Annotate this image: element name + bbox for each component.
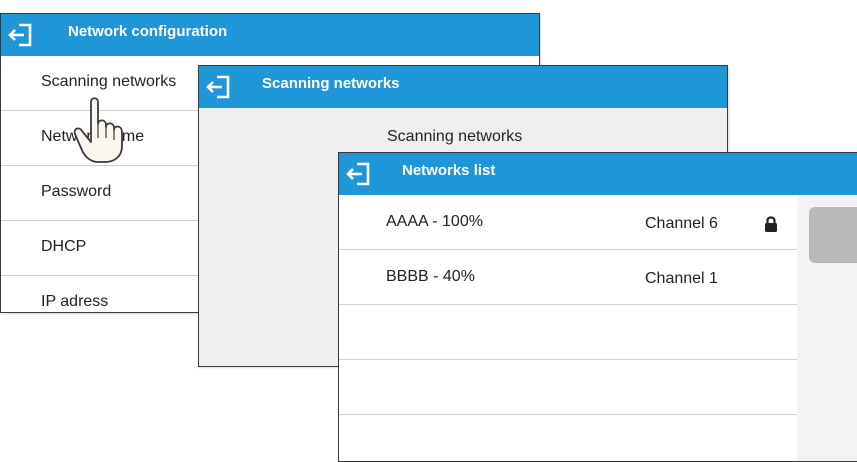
scanning-networks-titlebar: Scanning networks [199, 66, 727, 108]
back-arrow-icon[interactable] [205, 74, 233, 100]
scrollbar-thumb[interactable] [809, 207, 857, 263]
network-item-aaaa[interactable]: AAAA - 100% Channel 6 [339, 195, 797, 250]
network-name: BBBB - 40% [386, 268, 475, 285]
network-channel: Channel 1 [645, 270, 718, 287]
list-item-empty [339, 305, 797, 360]
networks-list-titlebar: Networks list [339, 153, 857, 195]
window-title: Networks list [402, 162, 496, 179]
network-item-bbbb[interactable]: BBBB - 40% Channel 1 [339, 250, 797, 305]
list-item-empty [339, 360, 797, 415]
menu-item-label: Scanning networks [41, 73, 177, 90]
networks-list: AAAA - 100% Channel 6 BBBB - 40% Channel… [339, 195, 797, 461]
menu-item-label: Password [41, 183, 112, 200]
back-arrow-icon[interactable] [345, 161, 373, 187]
back-arrow-icon[interactable] [7, 22, 35, 48]
list-item-empty [339, 415, 797, 461]
menu-item-label: DHCP [41, 238, 87, 255]
window-title: Scanning networks [262, 75, 400, 92]
window-title: Network configuration [68, 23, 228, 40]
network-configuration-titlebar: Network configuration [1, 14, 539, 56]
lock-icon [765, 216, 777, 232]
hand-pointer-icon [73, 97, 123, 163]
status-text: Scanning networks [387, 128, 523, 145]
network-name: AAAA - 100% [386, 213, 483, 230]
networks-list-window: Networks list AAAA - 100% Channel 6 BBBB… [338, 152, 857, 462]
network-channel: Channel 6 [645, 215, 718, 232]
menu-item-label: IP adress [41, 293, 109, 310]
